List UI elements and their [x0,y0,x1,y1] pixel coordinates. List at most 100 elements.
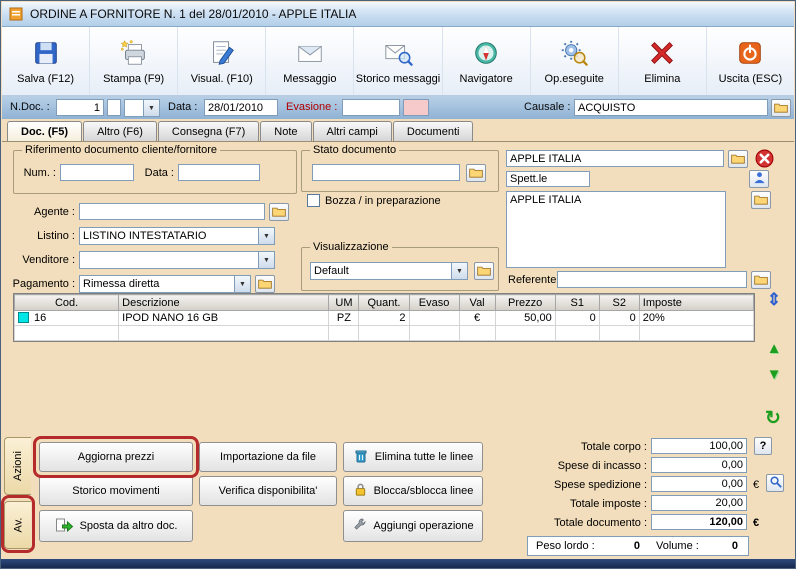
evasione-flag-input[interactable] [403,99,429,116]
move-rows-icon[interactable]: ⇕ [763,291,785,308]
intestatario-input[interactable] [506,150,724,167]
bozza-label: Bozza / in preparazione [325,195,441,207]
operations-button[interactable]: Op.eseguite [531,27,619,95]
visualizzazione-combobox[interactable]: Default ▼ [310,262,468,280]
tab-doc[interactable]: Doc. (F5) [7,121,83,142]
pagamento-combobox[interactable]: Rimessa diretta ▼ [79,275,251,293]
chevron-down-icon[interactable]: ▼ [258,228,274,244]
cell-empty[interactable] [118,325,330,341]
contact-button[interactable] [749,170,769,188]
cell-empty[interactable] [458,325,496,341]
navigator-button[interactable]: Navigatore [443,27,531,95]
chevron-down-icon[interactable]: ▼ [258,252,274,268]
save-button[interactable]: Salva (F12) [2,27,91,95]
col-s2: S2 [598,294,640,311]
tab-documenti[interactable]: Documenti [392,121,474,142]
tab-avanzate[interactable]: Av. [4,501,31,549]
cell-s2[interactable]: 0 [598,310,640,326]
cell-empty[interactable] [554,325,600,341]
referente-input[interactable] [557,271,747,288]
causale-lookup-button[interactable] [771,99,791,117]
help-button[interactable]: ? [754,437,772,455]
cell-prezzo[interactable]: 50,00 [494,310,556,326]
cell-descrizione[interactable]: IPOD NANO 16 GB [118,310,330,326]
preview-button[interactable]: Visual. (F10) [178,27,267,95]
spese-incasso-field[interactable] [651,457,747,473]
indirizzo-textarea[interactable]: APPLE ITALIA [506,191,726,268]
cell-empty[interactable] [358,325,410,341]
evasione-label: Evasione : [286,101,338,113]
cell-s1[interactable]: 0 [554,310,600,326]
importazione-file-button[interactable]: Importazione da file [199,442,337,472]
agente-lookup-button[interactable] [269,203,289,221]
grid-header-row: Cod. Descrizione UM Quant. Evaso Val Pre… [13,294,755,311]
cell-empty[interactable] [408,325,460,341]
cell-empty[interactable] [13,325,120,341]
aggiorna-prezzi-button[interactable]: Aggiorna prezzi [39,442,193,472]
grid-row-empty[interactable] [13,325,755,341]
print-button[interactable]: Stampa (F9) [90,27,179,95]
tab-altro[interactable]: Altro (F6) [83,121,157,142]
message-history-button[interactable]: Storico messaggi [354,27,443,95]
ndoc-extra-input[interactable] [107,99,121,116]
blocca-linee-button[interactable]: Blocca/sblocca linee [343,476,483,506]
referente-lookup-button[interactable] [751,271,771,289]
totale-documento-field[interactable] [651,514,747,530]
rif-data-input[interactable] [178,164,260,181]
storico-movimenti-button[interactable]: Storico movimenti [39,476,193,506]
chevron-down-icon[interactable]: ▼ [143,100,159,116]
row-up-icon[interactable]: ▲ [763,341,785,356]
tab-note[interactable]: Note [260,121,312,142]
evasione-input[interactable] [342,99,400,116]
verifica-disponibilita-button[interactable]: Verifica disponibilita' [199,476,337,506]
chevron-down-icon[interactable]: ▼ [234,276,250,292]
cell-empty[interactable] [598,325,640,341]
row-down-icon[interactable]: ▼ [763,367,785,382]
serie-combobox[interactable]: ▼ [124,99,160,117]
intestatario-lookup-button[interactable] [728,150,748,168]
chevron-down-icon[interactable]: ▼ [451,263,467,279]
tab-altri-campi[interactable]: Altri campi [312,121,392,142]
sposta-doc-button[interactable]: Sposta da altro doc. [39,510,193,542]
spese-spedizione-field[interactable] [651,476,747,492]
refresh-icon[interactable]: ↻ [761,409,785,428]
agente-input[interactable] [79,203,265,220]
stato-input[interactable] [312,164,460,181]
cell-quant[interactable]: 2 [358,310,410,326]
totale-imposte-field[interactable] [651,495,747,511]
cell-val[interactable]: € [458,310,496,326]
folder-icon [754,273,768,288]
spettle-input[interactable] [506,171,590,187]
col-imposte: Imposte [638,294,755,311]
grid-row-1[interactable]: 16 IPOD NANO 16 GB PZ 2 € 50,00 0 0 20% [13,310,755,326]
totale-corpo-field[interactable] [651,438,747,454]
tab-azioni[interactable]: Azioni [4,437,31,495]
message-button[interactable]: Messaggio [266,27,355,95]
exit-button[interactable]: Uscita (ESC) [707,27,794,95]
cell-empty[interactable] [328,325,360,341]
cell-empty[interactable] [494,325,556,341]
aggiungi-operazione-button[interactable]: Aggiungi operazione [343,510,483,542]
stato-lookup-button[interactable] [466,164,486,182]
cell-empty[interactable] [638,325,755,341]
elimina-linee-button[interactable]: Elimina tutte le linee [343,442,483,472]
cell-cod[interactable]: 16 [13,310,120,326]
cell-evaso[interactable] [408,310,460,326]
indirizzo-lookup-button[interactable] [751,191,771,209]
delete-button[interactable]: Elimina [619,27,707,95]
causale-input[interactable] [574,99,768,116]
venditore-combobox[interactable]: ▼ [79,251,275,269]
cell-imposte[interactable]: 20% [638,310,755,326]
bozza-checkbox[interactable] [307,194,320,207]
listino-combobox[interactable]: LISTINO INTESTATARIO ▼ [79,227,275,245]
tab-consegna[interactable]: Consegna (F7) [157,121,260,142]
visualizzazione-lookup-button[interactable] [474,262,494,280]
ndoc-input[interactable] [56,99,104,116]
currency-lookup-button[interactable] [766,474,784,492]
num-input[interactable] [60,164,134,181]
pagamento-lookup-button[interactable] [255,275,275,293]
cell-um[interactable]: PZ [328,310,360,326]
data-input[interactable] [204,99,278,116]
clear-intestatario-button[interactable] [754,149,774,169]
rif-data-label: Data : [144,167,174,179]
